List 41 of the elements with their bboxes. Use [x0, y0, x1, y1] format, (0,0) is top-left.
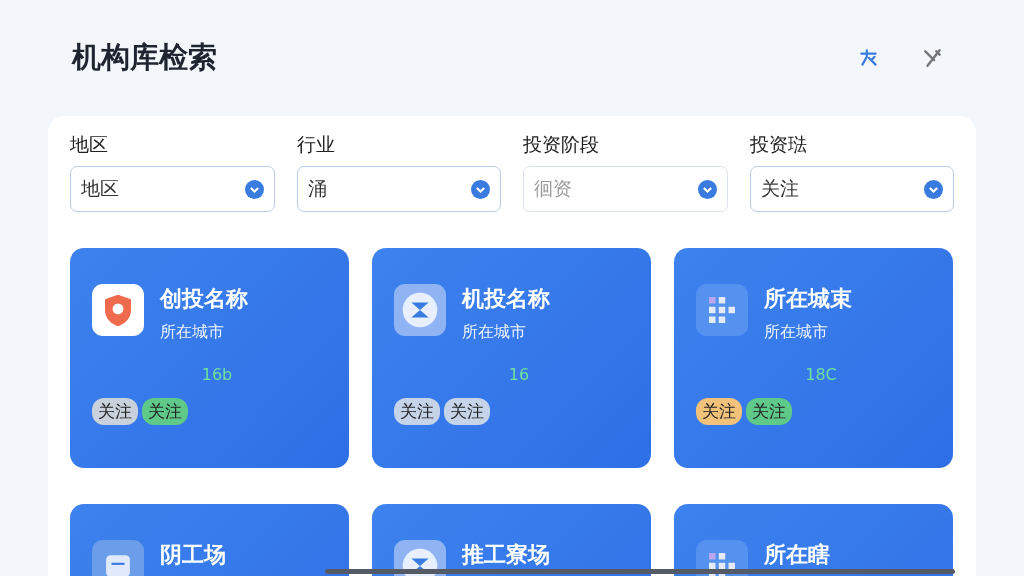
chevron-down-icon	[697, 179, 717, 199]
institution-card[interactable]: 创投名称 所在城市 16b 关注 关注	[70, 248, 349, 468]
filter-label: 投资琺	[749, 132, 808, 157]
count-text: 16b	[200, 365, 234, 384]
count-text: 16	[507, 365, 531, 384]
city-text: 所在城市	[160, 322, 225, 343]
institution-name: 机投名称	[462, 285, 550, 313]
count-text: 18C	[804, 365, 838, 384]
grid-icon	[696, 284, 748, 336]
tools-icon[interactable]	[922, 47, 944, 69]
institution-card[interactable]: 机投名称 所在城市 16 关注 关注	[372, 248, 651, 468]
page-title: 机构库检索	[72, 39, 217, 76]
institution-name: 创投名称	[160, 285, 248, 313]
dropdown-field[interactable]: 涌	[296, 166, 501, 212]
follow-tag: 关注	[444, 398, 490, 425]
badge-icon	[394, 284, 446, 336]
shield-icon	[92, 284, 144, 336]
institution-name: 所在城束	[764, 285, 852, 313]
scrollbar[interactable]	[325, 569, 955, 574]
chevron-down-icon	[471, 179, 490, 199]
chevron-down-icon	[924, 179, 943, 199]
follow-tag: 关注	[394, 398, 440, 425]
follow-tag: 关注	[92, 398, 138, 425]
institution-name: 阴工场	[160, 541, 226, 569]
institution-card[interactable]: 所在城束 所在城市 18C 关注 关注	[674, 248, 953, 468]
filter-label: 投资阶段	[523, 132, 600, 157]
follow-tag: 关注	[746, 398, 792, 425]
follow-tag: 关注	[696, 398, 742, 425]
institution-card[interactable]: 阴工场	[70, 504, 349, 576]
dropdown-field[interactable]: 地区	[70, 166, 275, 212]
institution-card[interactable]: 推工寮场	[372, 504, 651, 576]
filter-label: 行业	[296, 132, 336, 157]
city-text: 所在城市	[462, 322, 527, 343]
institution-card[interactable]: 所在瞎	[674, 504, 953, 576]
follow-tag: 关注	[142, 398, 188, 425]
institution-name: 所在瞎	[764, 541, 830, 569]
city-text: 所在城市	[764, 322, 829, 343]
filter-label: 地区	[70, 132, 109, 157]
dropdown-field[interactable]: 关注	[749, 166, 954, 212]
chevron-down-icon	[244, 179, 264, 199]
institution-name: 推工寮场	[462, 541, 550, 569]
